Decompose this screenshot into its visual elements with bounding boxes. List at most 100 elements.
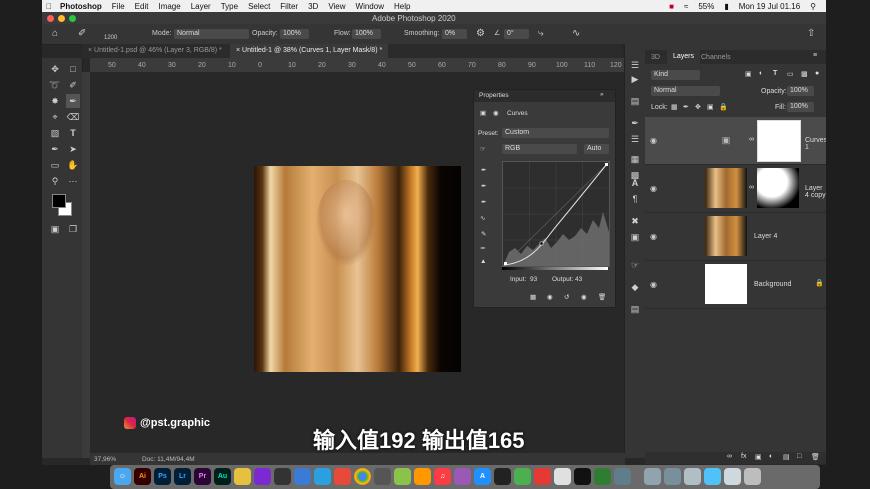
trash-icon[interactable]: 🗑 — [811, 453, 820, 461]
fx-icon[interactable]: fx — [741, 453, 746, 460]
menu-image[interactable]: Image — [158, 2, 180, 11]
history-icon[interactable]: ☰ — [628, 58, 642, 72]
brush-tool-icon[interactable]: ✐ — [78, 28, 86, 39]
crop-tool-icon[interactable]: ⌖ — [48, 110, 62, 124]
generic-app-icon[interactable] — [394, 468, 411, 485]
type-tool-icon[interactable]: T — [66, 126, 80, 140]
lock-position-icon[interactable]: ✥ — [695, 103, 701, 111]
hand-tool-icon[interactable]: ✋ — [66, 158, 80, 172]
home-icon[interactable]: ⌂ — [52, 28, 58, 39]
menu-view[interactable]: View — [328, 2, 345, 11]
tab-3d[interactable]: 3D — [651, 54, 660, 61]
menu-filter[interactable]: Filter — [280, 2, 298, 11]
generic-app-icon[interactable] — [554, 468, 571, 485]
photoshop-icon[interactable]: Ps — [154, 468, 171, 485]
lock-artboard-icon[interactable]: ▣ — [707, 103, 714, 111]
menu-help[interactable]: Help — [394, 2, 410, 11]
symmetry-icon[interactable]: ∿ — [572, 28, 580, 39]
chrome-icon[interactable] — [354, 468, 371, 485]
layer-row-layer-4[interactable]: ◉ Layer 4 — [645, 213, 826, 261]
clipping-warning-icon[interactable]: ▲ — [480, 258, 486, 265]
pencil-curve-icon[interactable]: ✎ — [481, 230, 486, 238]
document-canvas-photo[interactable] — [254, 166, 461, 372]
preset-dropdown[interactable]: Custom — [502, 128, 609, 138]
curve-point-icon[interactable]: ∿ — [480, 214, 485, 222]
visibility-eye-icon[interactable]: ◉ — [650, 136, 657, 145]
menu-layer[interactable]: Layer — [191, 2, 211, 11]
layer-mask-thumbnail[interactable] — [757, 168, 799, 208]
tab-untitled-psd[interactable]: × Untitled-1.psd @ 46% (Layer 3, RGB/8) … — [82, 44, 228, 58]
eyedropper-black-icon[interactable]: ✒ — [481, 166, 486, 174]
finder-icon[interactable]: ☺ — [114, 468, 131, 485]
chain-link-icon[interactable]: ∞ — [749, 184, 754, 191]
app-menu[interactable]: Photoshop — [60, 2, 102, 11]
generic-app-icon[interactable] — [644, 468, 661, 485]
adjustments-icon[interactable]: ☰ — [628, 132, 642, 146]
magic-wand-icon[interactable]: ✸ — [48, 94, 62, 108]
generic-app-icon[interactable] — [494, 468, 511, 485]
doc-size[interactable]: Doc: 11,4M/94,4M — [142, 456, 195, 463]
lock-image-icon[interactable]: ✒ — [683, 103, 689, 111]
layer-row-curves-1[interactable]: ◉ ▣ ∞ Curves 1 — [645, 117, 826, 165]
generic-app-icon[interactable] — [254, 468, 271, 485]
lock-transparent-icon[interactable]: ▦ — [671, 103, 678, 111]
smoothing-field[interactable]: 0% — [442, 29, 467, 39]
menu-type[interactable]: Type — [221, 2, 238, 11]
tools-preset-icon[interactable]: ✖ — [628, 214, 642, 228]
glyphs-icon[interactable]: ▣ — [628, 230, 642, 244]
menu-3d[interactable]: 3D — [308, 2, 318, 11]
generic-app-icon[interactable] — [314, 468, 331, 485]
mask-icon[interactable]: ◉ — [493, 109, 499, 117]
trash-can-icon[interactable] — [744, 468, 761, 485]
input-value[interactable]: 93 — [530, 276, 537, 283]
menu-select[interactable]: Select — [248, 2, 270, 11]
actions-play-icon[interactable]: ▶ — [628, 72, 642, 86]
character-icon[interactable]: A — [628, 176, 642, 190]
generic-app-icon[interactable] — [294, 468, 311, 485]
generic-app-icon[interactable] — [334, 468, 351, 485]
generic-app-icon[interactable] — [414, 468, 431, 485]
move-tool-icon[interactable]: ✥ — [48, 62, 62, 76]
lasso-tool-icon[interactable]: ➰ — [48, 78, 62, 92]
add-mask-icon[interactable]: ▣ — [755, 453, 762, 461]
filter-adjust-icon[interactable]: ◐ — [759, 70, 763, 77]
gear-icon[interactable]: ⚙ — [476, 28, 485, 39]
blend-mode-dropdown[interactable]: Normal — [651, 86, 720, 96]
eraser-icon[interactable]: ⌫ — [66, 110, 80, 124]
generic-app-icon[interactable] — [614, 468, 631, 485]
mode-dropdown[interactable]: Normal — [174, 29, 249, 39]
minimize-button[interactable] — [58, 15, 65, 22]
clock[interactable]: Mon 19 Jul 01.16 — [739, 2, 800, 11]
wifi-icon[interactable]: ≈ — [684, 2, 688, 11]
generic-app-icon[interactable] — [684, 468, 701, 485]
generic-app-icon[interactable] — [234, 468, 251, 485]
battery-icon[interactable]: ▮ — [724, 2, 728, 11]
new-group-icon[interactable]: ▤ — [783, 453, 790, 461]
filter-smart-icon[interactable]: ▩ — [801, 70, 808, 78]
reset-icon[interactable]: ↺ — [564, 293, 569, 301]
audition-icon[interactable]: Au — [214, 468, 231, 485]
apple-icon[interactable]:  — [46, 2, 52, 11]
close-button[interactable] — [47, 15, 54, 22]
menu-edit[interactable]: Edit — [135, 2, 149, 11]
visibility-eye-icon[interactable]: ◉ — [650, 184, 657, 193]
brush-size[interactable]: 1200 — [104, 35, 117, 41]
screen-mode-icon[interactable]: ❐ — [66, 222, 80, 236]
generic-app-icon[interactable] — [724, 468, 741, 485]
brush-settings-icon[interactable]: ✒ — [628, 116, 642, 130]
collapse-icon[interactable]: » — [600, 91, 604, 98]
new-layer-icon[interactable]: □ — [797, 453, 801, 460]
lightroom-icon[interactable]: Lr — [174, 468, 191, 485]
record-icon[interactable]: ■ — [669, 2, 674, 11]
channel-dropdown[interactable]: RGB — [502, 144, 577, 154]
zoom-level[interactable]: 37,96% — [94, 456, 116, 463]
tab-layers[interactable]: Layers — [667, 50, 701, 64]
quick-select-icon[interactable]: ✐ — [66, 78, 80, 92]
eyedropper-gray-icon[interactable]: ✒ — [481, 182, 486, 190]
curves-graph[interactable] — [502, 161, 610, 267]
filter-shape-icon[interactable]: ▭ — [787, 70, 794, 78]
libraries-icon[interactable]: ▦ — [628, 152, 642, 166]
app-store-icon[interactable]: A — [474, 468, 491, 485]
tab-channels[interactable]: Channels — [701, 54, 731, 61]
foreground-color-swatch[interactable] — [52, 194, 66, 208]
